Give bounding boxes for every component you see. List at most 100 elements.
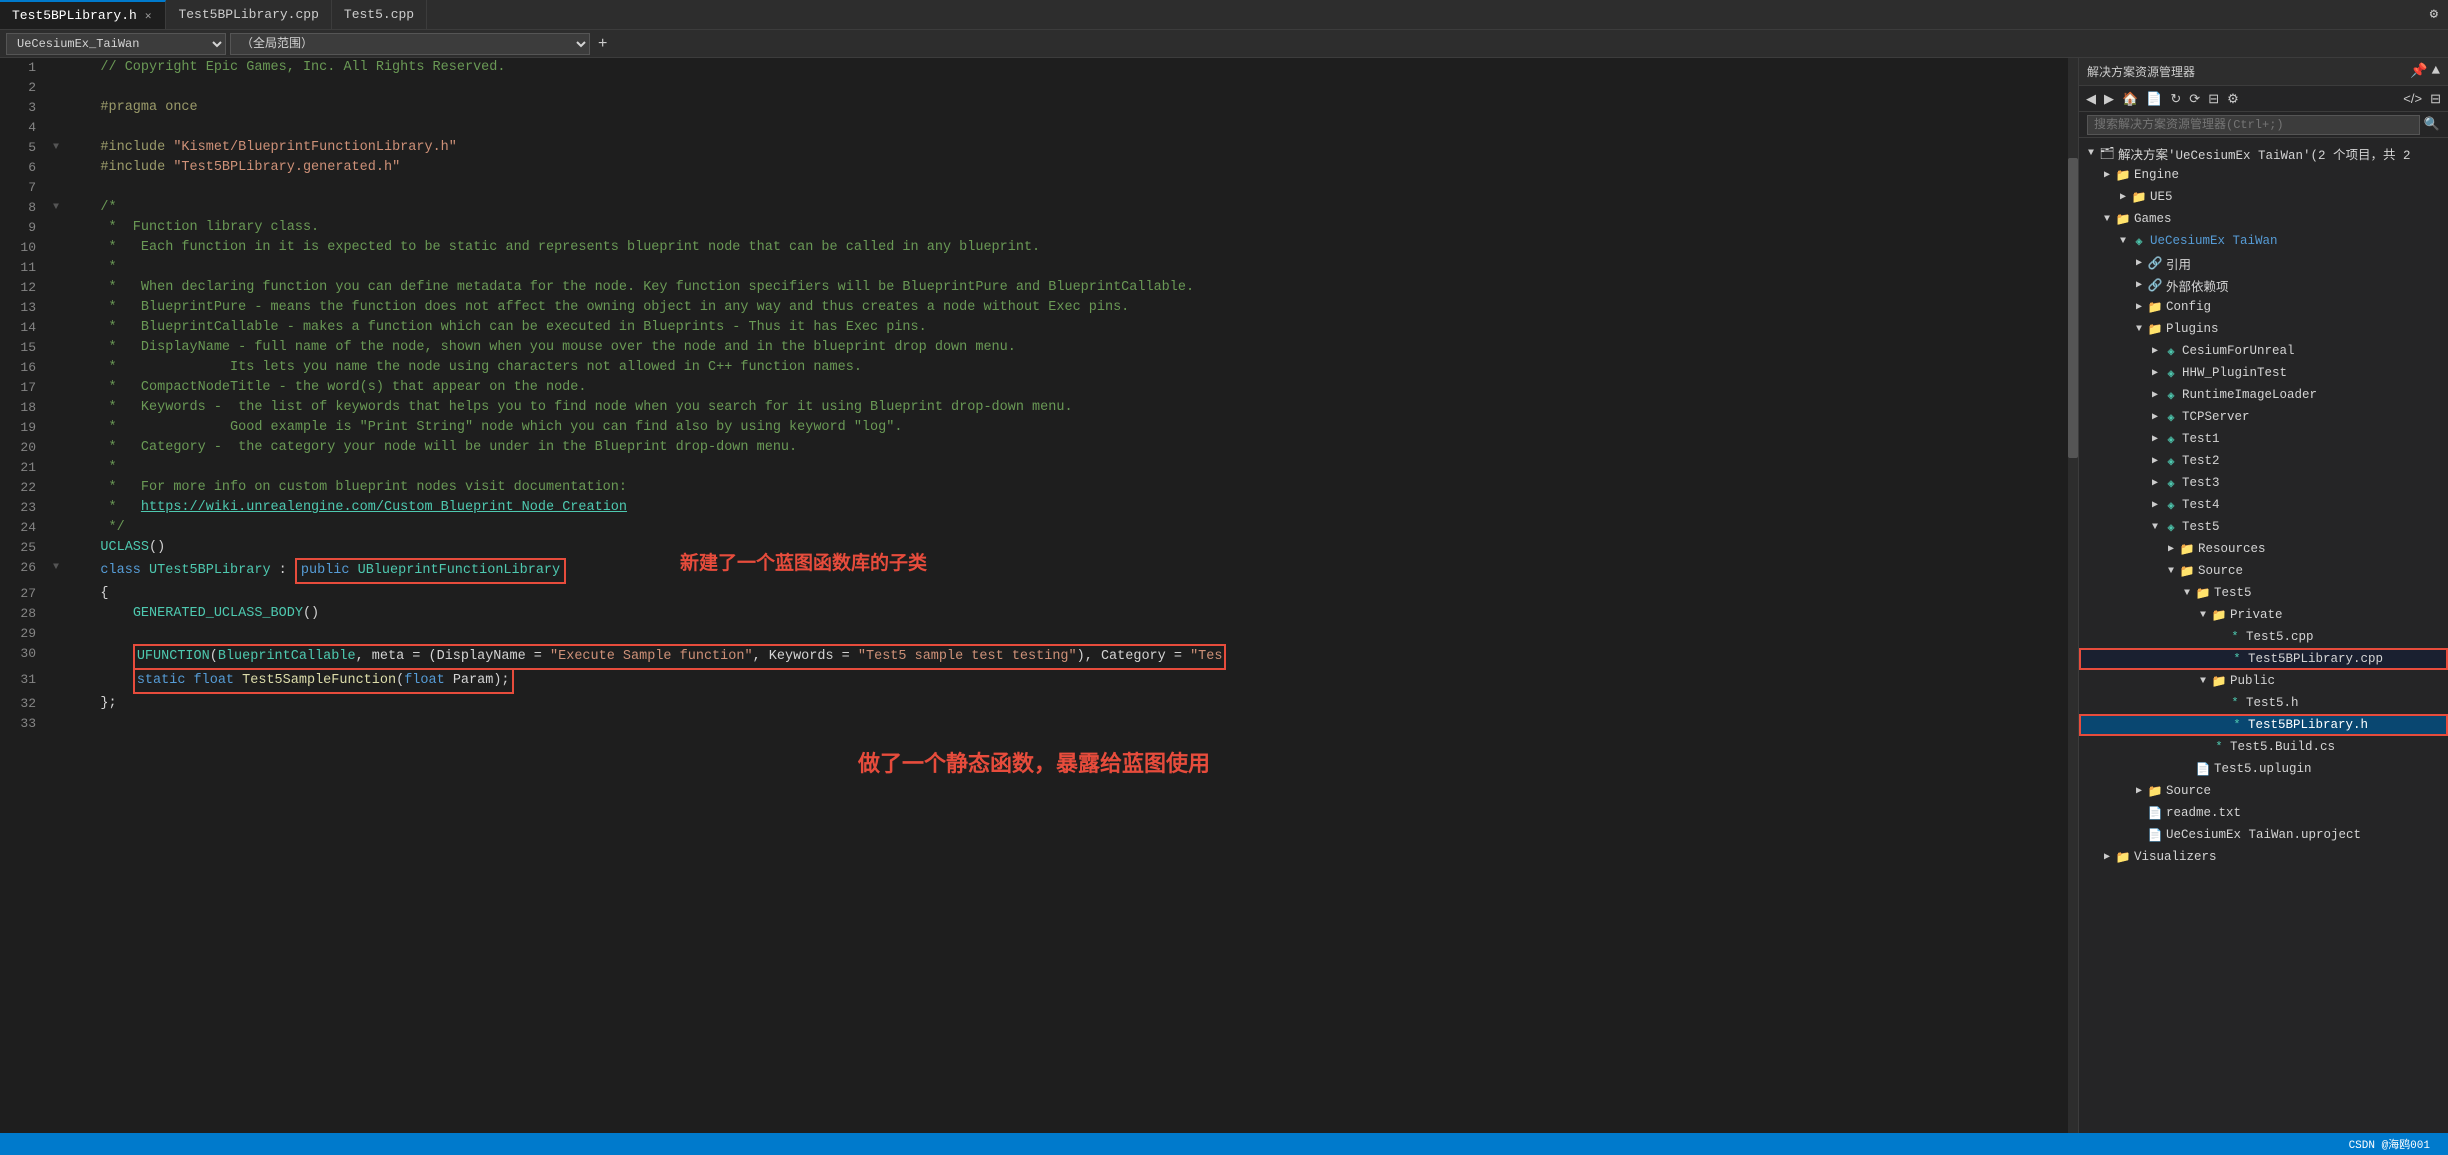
code-line: 2 (0, 78, 2068, 98)
tree-test5[interactable]: ▼ ◈ Test5 (2079, 516, 2448, 538)
tree-test1[interactable]: ▶ ◈ Test1 (2079, 428, 2448, 450)
solution-explorer-header: 解决方案资源管理器 📌 ▲ (2079, 58, 2448, 86)
tree-external-deps[interactable]: ▶ 🔗 外部依赖项 (2079, 274, 2448, 296)
code-line: 16 * Its lets you name the node using ch… (0, 358, 2068, 378)
rp-pin-icon[interactable]: 📌 (2410, 63, 2427, 80)
rp-arrow-icon[interactable]: ▲ (2432, 63, 2440, 80)
rp-sync-btn[interactable]: ⟳ (2186, 91, 2203, 107)
solution-label: 解决方案'UeCesiumEx TaiWan'(2 个项目，共 2 (2118, 144, 2411, 163)
source-sub-icon: 📁 (2195, 586, 2211, 601)
toolbar-plus-btn[interactable]: + (594, 35, 611, 53)
code-line: 11 * (0, 258, 2068, 278)
code-line: 6 #include "Test5BPLibrary.generated.h" (0, 158, 2068, 178)
tree-test5bplibrary-cpp[interactable]: * Test5BPLibrary.cpp (2079, 648, 2448, 670)
code-content: 1 // Copyright Epic Games, Inc. All Righ… (0, 58, 2068, 1133)
tree-refs[interactable]: ▶ 🔗 引用 (2079, 252, 2448, 274)
tree-test5-build-cs[interactable]: * Test5.Build.cs (2079, 736, 2448, 758)
tree-visualizers[interactable]: ▶ 📁 Visualizers (2079, 846, 2448, 868)
solution-explorer-title: 解决方案资源管理器 (2087, 63, 2406, 80)
rp-back-btn[interactable]: ◀ (2083, 91, 2099, 107)
tree-games[interactable]: ▼ 📁 Games (2079, 208, 2448, 230)
rp-code-btn[interactable]: </> (2400, 91, 2425, 106)
editor-wrapper: 1 // Copyright Epic Games, Inc. All Righ… (0, 58, 2078, 1133)
test5-icon: ◈ (2163, 520, 2179, 535)
tree-project-uecesiumex[interactable]: ▼ ◈ UeCesiumEx TaiWan (2079, 230, 2448, 252)
tree-resources[interactable]: ▶ 📁 Resources (2079, 538, 2448, 560)
search-box: 🔍 (2079, 112, 2448, 138)
tab-test5bplibrary-h[interactable]: Test5BPLibrary.h ✕ (0, 0, 166, 29)
rp-home-btn[interactable]: 🏠 (2119, 91, 2141, 107)
test2-icon: ◈ (2163, 454, 2179, 469)
status-text: CSDN @海鸥001 (2341, 1136, 2438, 1152)
vertical-scrollbar[interactable] (2068, 58, 2078, 1133)
rp-file-btn[interactable]: 📄 (2143, 91, 2165, 107)
tree-test5-cpp[interactable]: * Test5.cpp (2079, 626, 2448, 648)
code-line: 18 * Keywords - the list of keywords tha… (0, 398, 2068, 418)
code-line: 32 }; (0, 694, 2068, 714)
tree-test2[interactable]: ▶ ◈ Test2 (2079, 450, 2448, 472)
scrollbar-thumb[interactable] (2068, 158, 2078, 458)
tab-gear-icon[interactable]: ⚙ (2420, 6, 2448, 23)
project-select[interactable]: UeCesiumEx_TaiWan (6, 33, 226, 55)
toolbar: UeCesiumEx_TaiWan （全局范围） + (0, 30, 2448, 58)
code-line: 26 ▼ class UTest5BPLibrary : public UBlu… (0, 558, 2068, 584)
games-icon: 📁 (2115, 212, 2131, 227)
tree-plugins[interactable]: ▼ 📁 Plugins (2079, 318, 2448, 340)
code-line: 21 * (0, 458, 2068, 478)
rp-config-btn[interactable]: ⚙ (2224, 91, 2242, 107)
code-line: 13 * BlueprintPure - means the function … (0, 298, 2068, 318)
tree-tcpserver[interactable]: ▶ ◈ TCPServer (2079, 406, 2448, 428)
code-line: 8 ▼ /* (0, 198, 2068, 218)
main-area: 1 // Copyright Epic Games, Inc. All Righ… (0, 58, 2448, 1133)
tab-test5bplibrary-cpp[interactable]: Test5BPLibrary.cpp (166, 0, 331, 29)
editor-pane[interactable]: 1 // Copyright Epic Games, Inc. All Righ… (0, 58, 2078, 1133)
tab-close-0[interactable]: ✕ (143, 7, 154, 25)
tree-test3[interactable]: ▶ ◈ Test3 (2079, 472, 2448, 494)
search-icon[interactable]: 🔍 (2424, 117, 2440, 132)
tcp-icon: ◈ (2163, 410, 2179, 425)
tab-test5-cpp[interactable]: Test5.cpp (332, 0, 427, 29)
code-line: 9 * Function library class. (0, 218, 2068, 238)
public-icon: 📁 (2211, 674, 2227, 689)
rp-forward-btn[interactable]: ▶ (2101, 91, 2117, 107)
status-bar: CSDN @海鸥001 (0, 1133, 2448, 1155)
rp-expand-btn[interactable]: ⊟ (2427, 91, 2444, 107)
search-input[interactable] (2087, 115, 2420, 135)
tree-test5bplibrary-h[interactable]: * Test5BPLibrary.h (2079, 714, 2448, 736)
tree-engine[interactable]: ▶ 📁 Engine (2079, 164, 2448, 186)
scope-select[interactable]: （全局范围） (230, 33, 590, 55)
plugins-icon: 📁 (2147, 322, 2163, 337)
code-line: 22 * For more info on custom blueprint n… (0, 478, 2068, 498)
tree-config[interactable]: ▶ 📁 Config (2079, 296, 2448, 318)
ext-deps-icon: 🔗 (2147, 278, 2163, 293)
tree-source-test5-sub[interactable]: ▼ 📁 Test5 (2079, 582, 2448, 604)
tree-hhw[interactable]: ▶ ◈ HHW_PluginTest (2079, 362, 2448, 384)
rp-refresh-btn[interactable]: ↻ (2167, 91, 2184, 107)
tree-solution-root[interactable]: ▼ 🗂 解决方案'UeCesiumEx TaiWan'(2 个项目，共 2 (2079, 142, 2448, 164)
test4-icon: ◈ (2163, 498, 2179, 513)
private-icon: 📁 (2211, 608, 2227, 623)
tree-project-source[interactable]: ▶ 📁 Source (2079, 780, 2448, 802)
code-line: 5 ▼ #include "Kismet/BlueprintFunctionLi… (0, 138, 2068, 158)
resources-icon: 📁 (2179, 542, 2195, 557)
code-line: 12 * When declaring function you can def… (0, 278, 2068, 298)
tree-uproject[interactable]: 📄 UeCesiumEx TaiWan.uproject (2079, 824, 2448, 846)
code-line: 17 * CompactNodeTitle - the word(s) that… (0, 378, 2068, 398)
code-line: 3 #pragma once (0, 98, 2068, 118)
tree-test4[interactable]: ▶ ◈ Test4 (2079, 494, 2448, 516)
tree-runtime-image[interactable]: ▶ ◈ RuntimeImageLoader (2079, 384, 2448, 406)
tree-ue5[interactable]: ▶ 📁 UE5 (2079, 186, 2448, 208)
solution-tree: ▼ 🗂 解决方案'UeCesiumEx TaiWan'(2 个项目，共 2 ▶ … (2079, 138, 2448, 1133)
tree-source-test5[interactable]: ▼ 📁 Source (2079, 560, 2448, 582)
tree-public[interactable]: ▼ 📁 Public (2079, 670, 2448, 692)
tree-test5-uplugin[interactable]: 📄 Test5.uplugin (2079, 758, 2448, 780)
tree-private[interactable]: ▼ 📁 Private (2079, 604, 2448, 626)
uplugin-icon: 📄 (2195, 762, 2211, 777)
tree-test5-h[interactable]: * Test5.h (2079, 692, 2448, 714)
code-line: 4 (0, 118, 2068, 138)
tree-readme[interactable]: 📄 readme.txt (2079, 802, 2448, 824)
refs-icon: 🔗 (2147, 256, 2163, 271)
rp-filter-btn[interactable]: ⊟ (2205, 91, 2222, 107)
project-source-icon: 📁 (2147, 784, 2163, 799)
tree-cesium[interactable]: ▶ ◈ CesiumForUnreal (2079, 340, 2448, 362)
